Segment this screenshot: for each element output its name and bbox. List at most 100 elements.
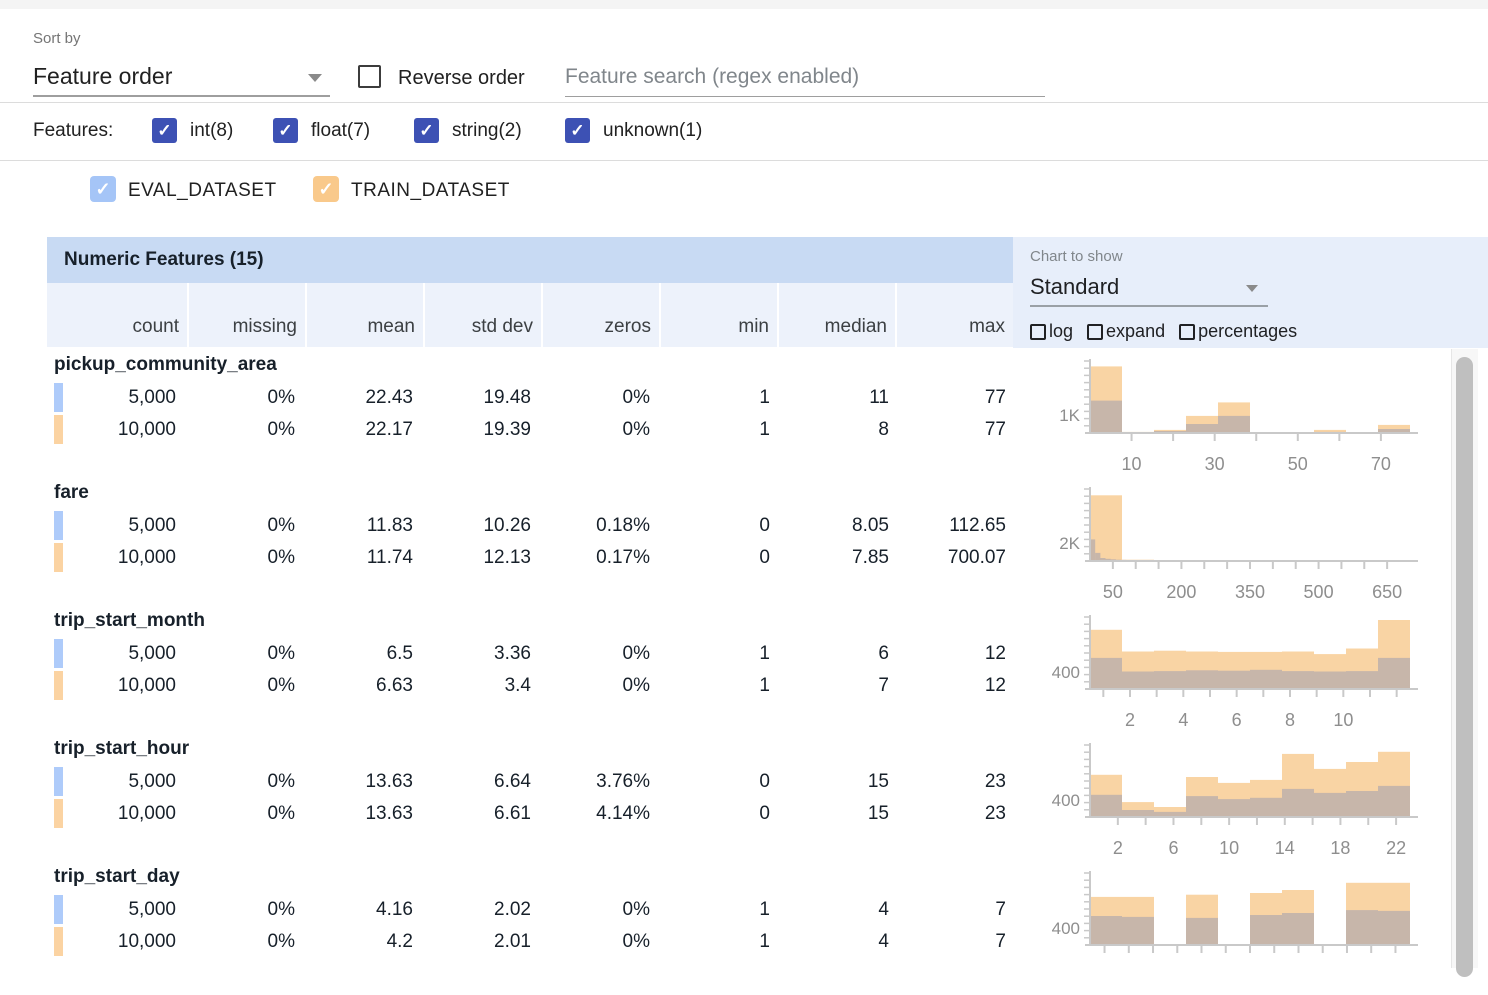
- feature-row-trip_start_day: trip_start_day5,0000%4.162.020%14710,000…: [47, 862, 1013, 990]
- feature-search-input[interactable]: [565, 57, 1045, 96]
- stat-max: 112.65: [876, 510, 1006, 542]
- stat-count: 10,000: [46, 798, 176, 830]
- dataset-legend-row: ✓EVAL_DATASET✓TRAIN_DATASET: [0, 161, 1488, 221]
- chart-type-dropdown[interactable]: Standard: [1030, 271, 1268, 307]
- stat-mean: 13.63: [283, 766, 413, 798]
- stat-max: 23: [876, 766, 1006, 798]
- stat-count: 5,000: [46, 510, 176, 542]
- hist-bar-eval_dataset: [1090, 401, 1122, 433]
- x-axis-tick-label: 18: [1330, 838, 1350, 858]
- x-axis-tick-label: 30: [1205, 454, 1225, 474]
- stat-median: 11: [759, 382, 889, 414]
- dataset-checkbox-train_dataset[interactable]: ✓: [313, 176, 339, 202]
- stat-min: 1: [640, 382, 770, 414]
- stat-zeros: 0%: [520, 670, 650, 702]
- chart-option-label: expand: [1106, 321, 1165, 342]
- numeric-features-title: Numeric Features (15): [47, 249, 264, 271]
- chart-option-checkbox-percentages[interactable]: [1179, 324, 1195, 340]
- sort-search-toolbar: Sort by Feature order Reverse order: [0, 9, 1488, 103]
- chart-to-show-label: Chart to show: [1030, 248, 1123, 265]
- histogram-trip_start_month: 400246810: [1013, 606, 1453, 734]
- stat-count: 10,000: [46, 670, 176, 702]
- stat-count: 10,000: [46, 542, 176, 574]
- hist-bar-eval_dataset: [1250, 915, 1282, 945]
- stat-zeros: 0%: [520, 382, 650, 414]
- stat-min: 0: [640, 798, 770, 830]
- filter-checkbox-int[interactable]: ✓: [152, 118, 177, 143]
- hist-bar-eval_dataset: [1250, 798, 1282, 817]
- stat-std-dev: 2.01: [401, 926, 531, 958]
- x-axis-tick-label: 500: [1304, 582, 1334, 602]
- reverse-order-checkbox[interactable]: [358, 65, 381, 88]
- feature-name: pickup_community_area: [54, 354, 277, 376]
- x-axis-tick-label: 14: [1275, 838, 1295, 858]
- stat-std-dev: 3.4: [401, 670, 531, 702]
- chart-to-show-panel: Chart to show Standard logexpandpercenta…: [1013, 237, 1488, 348]
- stat-min: 1: [640, 926, 770, 958]
- stat-median: 4: [759, 894, 889, 926]
- hist-bar-eval_dataset: [1282, 671, 1314, 689]
- sort-by-dropdown[interactable]: Feature order: [33, 57, 330, 97]
- stat-median: 6: [759, 638, 889, 670]
- chart-option-checkbox-log[interactable]: [1030, 324, 1046, 340]
- x-axis-tick-label: 2: [1125, 710, 1135, 730]
- stat-std-dev: 10.26: [401, 510, 531, 542]
- hist-bar-eval_dataset: [1218, 416, 1250, 433]
- chart-option-checkbox-expand[interactable]: [1087, 324, 1103, 340]
- stat-count: 5,000: [46, 638, 176, 670]
- stat-median: 7.85: [759, 542, 889, 574]
- stat-missing: 0%: [165, 894, 295, 926]
- hist-bar-eval_dataset: [1346, 791, 1378, 817]
- stats-column-header-row: countmissingmeanstd devzerosminmedianmax: [47, 283, 1013, 347]
- stat-missing: 0%: [165, 670, 295, 702]
- stat-mean: 22.17: [283, 414, 413, 446]
- column-header-max: max: [897, 283, 1013, 347]
- feature-search-field: [565, 57, 1045, 97]
- column-header-missing: missing: [189, 283, 305, 347]
- stat-mean: 22.43: [283, 382, 413, 414]
- histogram-trip_start_hour: 4002610141822: [1013, 734, 1453, 862]
- stat-max: 7: [876, 926, 1006, 958]
- filter-item-label: int(8): [190, 120, 233, 142]
- hist-bar-eval_dataset: [1346, 910, 1378, 945]
- stat-mean: 6.5: [283, 638, 413, 670]
- filter-checkbox-unknown[interactable]: ✓: [565, 118, 590, 143]
- hist-bar-eval_dataset: [1186, 918, 1218, 945]
- filter-checkbox-float[interactable]: ✓: [273, 118, 298, 143]
- x-axis-tick-label: 200: [1166, 582, 1196, 602]
- dataset-checkbox-eval_dataset[interactable]: ✓: [90, 176, 116, 202]
- stat-min: 1: [640, 670, 770, 702]
- vertical-scrollbar-thumb[interactable]: [1456, 357, 1473, 977]
- stat-max: 77: [876, 414, 1006, 446]
- sort-by-label: Sort by: [33, 30, 81, 47]
- stat-count: 5,000: [46, 894, 176, 926]
- x-axis-tick-label: 22: [1386, 838, 1406, 858]
- chart-option-percentages: percentages: [1179, 321, 1297, 342]
- stat-max: 23: [876, 798, 1006, 830]
- stat-median: 15: [759, 766, 889, 798]
- stat-zeros: 0%: [520, 414, 650, 446]
- stat-max: 12: [876, 670, 1006, 702]
- hist-bar-eval_dataset: [1090, 795, 1122, 817]
- filter-item-label: unknown(1): [603, 120, 702, 142]
- column-header-zeros: zeros: [543, 283, 659, 347]
- hist-bar-eval_dataset: [1218, 799, 1250, 817]
- x-axis-tick-label: 50: [1103, 582, 1123, 602]
- feature-row-fare: fare5,0000%11.8310.260.18%08.05112.6510,…: [47, 478, 1013, 606]
- vertical-scrollbar-track[interactable]: [1451, 349, 1478, 968]
- stat-std-dev: 19.39: [401, 414, 531, 446]
- top-strip: [0, 0, 1488, 9]
- stat-missing: 0%: [165, 414, 295, 446]
- reverse-order-label: Reverse order: [398, 67, 525, 90]
- y-axis-label: 400: [1052, 919, 1080, 938]
- stat-missing: 0%: [165, 638, 295, 670]
- histogram-fare: 2K50200350500650: [1013, 478, 1453, 606]
- filter-checkbox-string[interactable]: ✓: [414, 118, 439, 143]
- stat-min: 0: [640, 542, 770, 574]
- x-axis-tick-label: 8: [1285, 710, 1295, 730]
- x-axis-tick-label: 10: [1219, 838, 1239, 858]
- chart-option-label: percentages: [1198, 321, 1297, 342]
- stat-max: 12: [876, 638, 1006, 670]
- hist-bar-eval_dataset: [1282, 789, 1314, 817]
- features-filter-label: Features:: [33, 120, 113, 142]
